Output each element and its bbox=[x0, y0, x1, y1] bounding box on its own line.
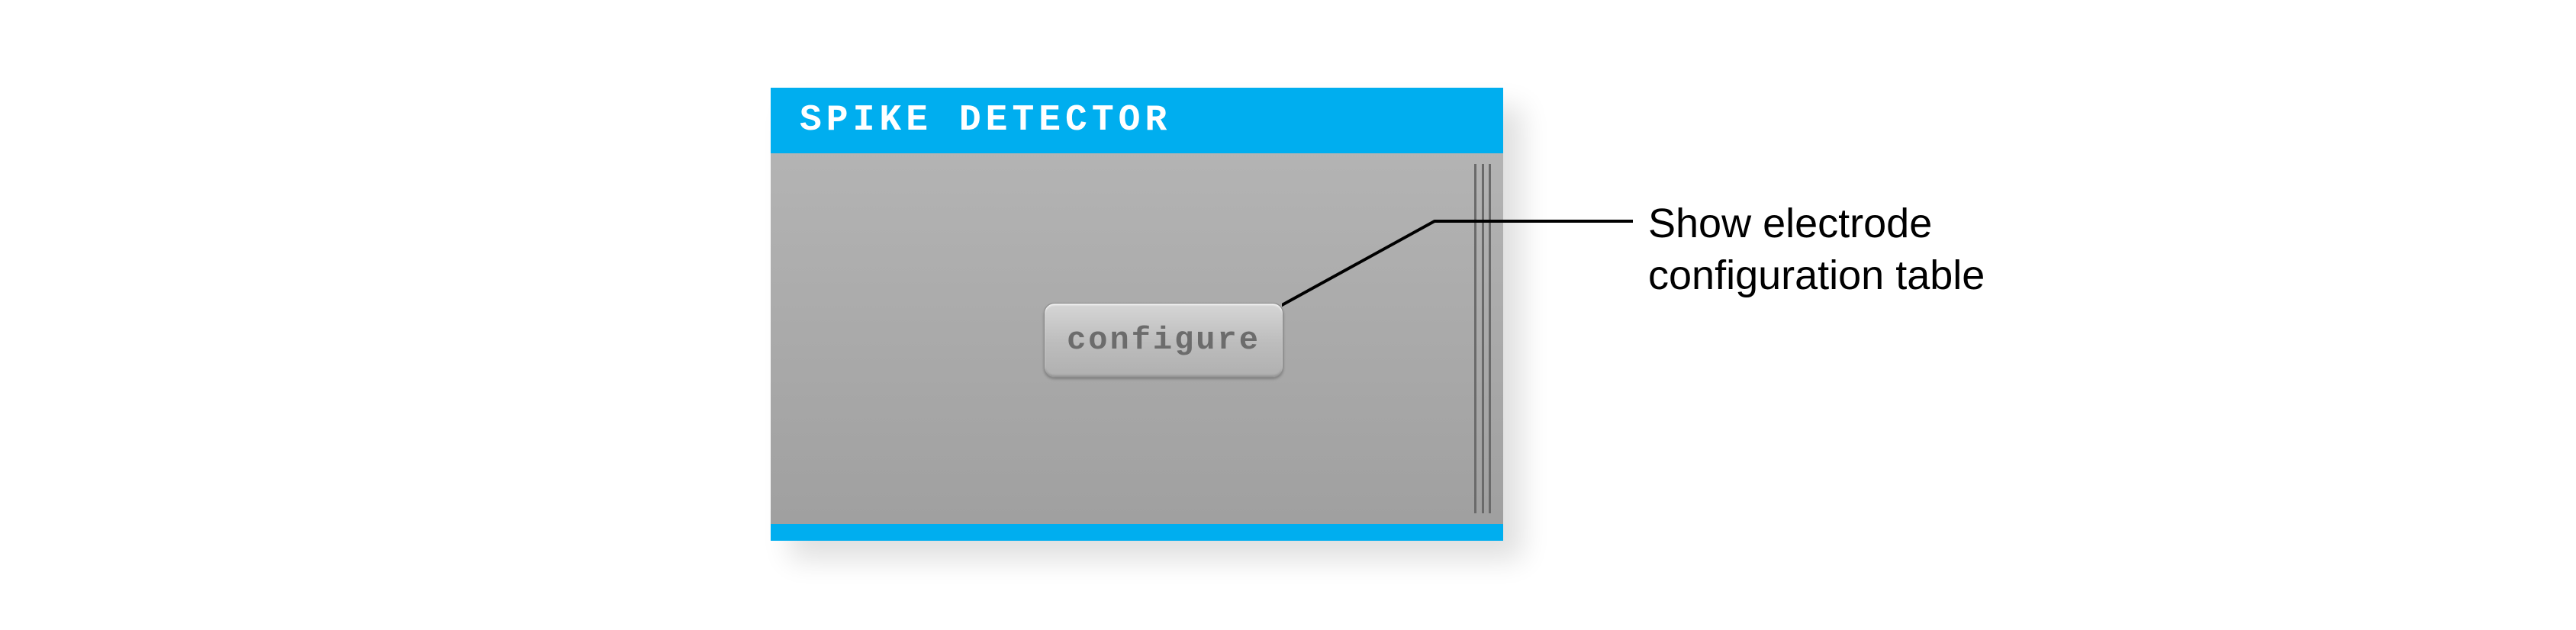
panel-bottombar bbox=[771, 524, 1503, 541]
panel-titlebar: SPIKE DETECTOR bbox=[771, 88, 1503, 153]
configure-button[interactable]: configure bbox=[1044, 303, 1283, 378]
resize-grip-icon[interactable] bbox=[1474, 164, 1491, 513]
configure-button-label: configure bbox=[1067, 322, 1261, 358]
spike-detector-panel: SPIKE DETECTOR configure bbox=[771, 88, 1503, 541]
annotation-text: Show electrode configuration table bbox=[1648, 198, 1985, 301]
panel-body: SPIKE DETECTOR configure bbox=[771, 88, 1503, 541]
annotation-line-1: Show electrode bbox=[1648, 198, 1985, 250]
annotation-line-2: configuration table bbox=[1648, 250, 1985, 302]
panel-title: SPIKE DETECTOR bbox=[800, 100, 1171, 141]
